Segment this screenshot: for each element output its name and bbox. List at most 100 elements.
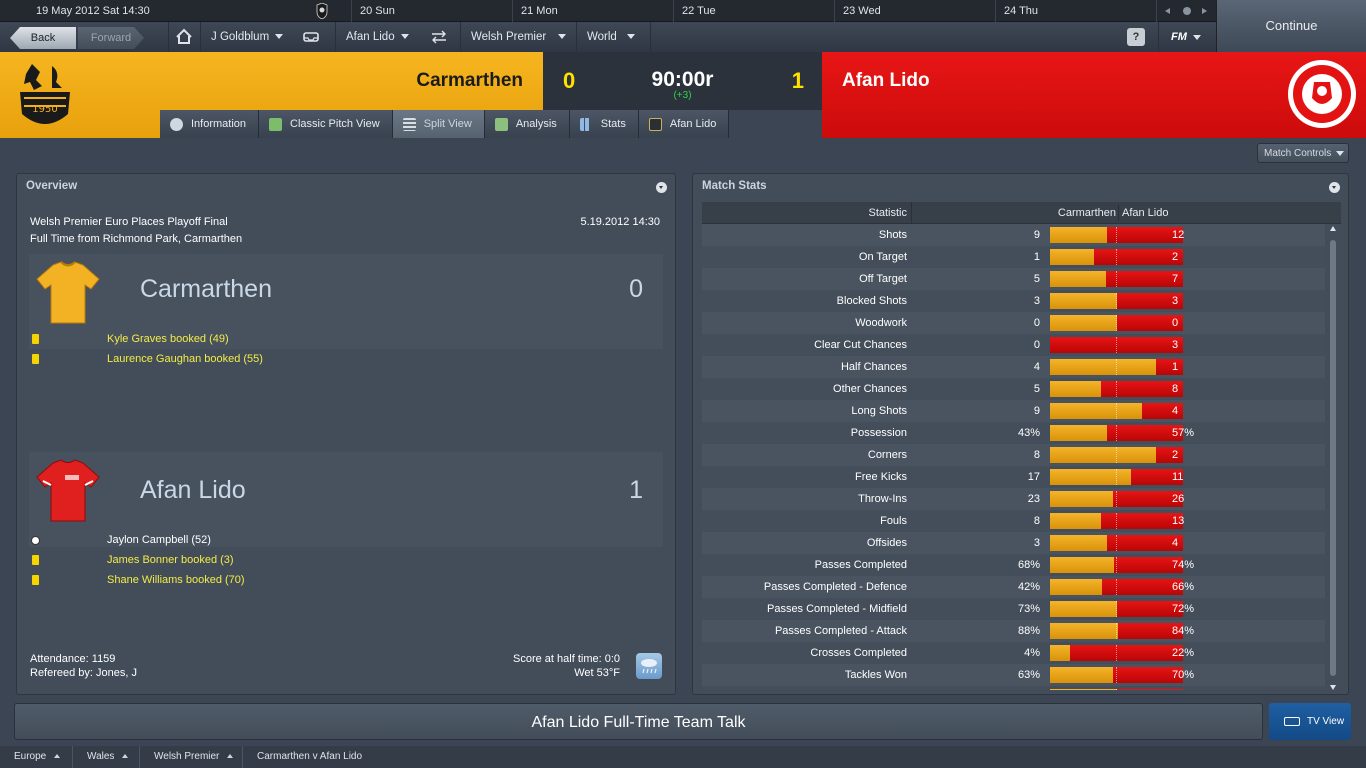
help-button[interactable]: ? <box>1127 28 1145 46</box>
venue-line: Full Time from Richmond Park, Carmarthen <box>30 233 243 245</box>
tab-stats[interactable]: Stats <box>569 110 639 138</box>
stats-scrollbar[interactable] <box>1329 226 1338 690</box>
forward-button[interactable]: Forward <box>78 27 144 49</box>
stat-row: Clear Cut Chances 0 3 <box>702 334 1325 356</box>
stat-comparison-bar <box>1050 491 1183 507</box>
prev-day-icon[interactable] <box>1165 8 1170 14</box>
tab-label: Analysis <box>515 118 557 130</box>
breadcrumb-item[interactable]: Wales <box>72 746 129 768</box>
scroll-thumb[interactable] <box>1330 240 1336 676</box>
calendar-day[interactable]: 22 Tue <box>673 0 834 22</box>
calendar-nav <box>1156 0 1216 22</box>
match-screen: 19 May 2012 Sat 14:30 20 Sun 21 Mon 22 T… <box>0 0 1366 768</box>
stat-away-value: 7 <box>1172 273 1179 285</box>
event-item[interactable]: Shane Williams booked (70) <box>107 574 245 586</box>
tab-label: Split View <box>423 118 472 130</box>
column-header-statistic[interactable]: Statistic <box>868 202 907 224</box>
stat-comparison-bar <box>1050 227 1183 243</box>
tab-afan-lido[interactable]: Afan Lido <box>638 110 730 138</box>
club-icon <box>648 117 662 131</box>
tv-view-button[interactable]: TV View <box>1269 703 1351 740</box>
yellow-card-icon <box>32 334 39 344</box>
current-date: 19 May 2012 Sat 14:30 <box>36 5 150 17</box>
world-menu[interactable]: World <box>576 22 651 52</box>
event-item[interactable]: Laurence Gaughan booked (55) <box>107 353 263 365</box>
event-item[interactable]: Kyle Graves booked (49) <box>107 333 229 345</box>
stat-home-fill <box>1050 557 1114 573</box>
match-controls-button[interactable]: Match Controls <box>1257 143 1349 163</box>
stat-home-value: 3 <box>1033 295 1040 307</box>
stat-label: Fouls <box>880 515 907 527</box>
stat-row: Corners 8 2 <box>702 444 1325 466</box>
tab-split-view[interactable]: Split View <box>392 110 485 138</box>
tab-analysis[interactable]: Analysis <box>484 110 570 138</box>
stat-away-value: 26 <box>1172 493 1185 505</box>
manager-menu[interactable]: J Goldblum <box>200 22 295 52</box>
stat-label: Corners <box>867 449 907 461</box>
away-team-score: 1 <box>629 476 643 504</box>
chevron-down-icon <box>1336 150 1345 156</box>
panel-title: Overview <box>26 180 78 192</box>
stat-label: Clear Cut Chances <box>814 339 907 351</box>
stat-away-value: 8 <box>1172 383 1179 395</box>
calendar-day[interactable]: 21 Mon <box>512 0 673 22</box>
chevron-down-icon <box>1192 34 1201 40</box>
today-dot-icon[interactable] <box>1183 7 1191 15</box>
away-team-banner: Afan Lido <box>822 52 1366 138</box>
stat-label: Tackles Won <box>844 669 907 681</box>
calendar-day[interactable]: 23 Wed <box>834 0 995 22</box>
stat-home-value: 0 <box>1033 317 1040 329</box>
tab-information[interactable]: Information <box>160 110 260 138</box>
stat-home-value: 23 <box>1027 493 1040 505</box>
yellow-card-icon <box>32 575 39 585</box>
home-team-score: 0 <box>629 275 643 303</box>
stat-comparison-bar <box>1050 337 1183 353</box>
calendar-bar: 19 May 2012 Sat 14:30 20 Sun 21 Mon 22 T… <box>0 0 1216 22</box>
panel-menu-icon[interactable] <box>656 182 667 193</box>
stat-row: Other Chances 5 8 <box>702 378 1325 400</box>
stat-home-value: 8 <box>1033 515 1040 527</box>
scroll-up-icon[interactable] <box>1330 226 1336 231</box>
tab-label: Information <box>191 118 247 130</box>
calendar-day[interactable]: 20 Sun <box>351 0 512 22</box>
afan-lido-crest-icon <box>1286 58 1358 133</box>
stat-row: Tackles Won 63% 70% <box>702 664 1325 686</box>
breadcrumb-item[interactable]: Carmarthen v Afan Lido <box>242 746 362 768</box>
stat-row: Possession 43% 57% <box>702 422 1325 444</box>
tab-classic-pitch-view[interactable]: Classic Pitch View <box>259 110 393 138</box>
svg-text:1950: 1950 <box>32 104 57 115</box>
stat-home-value: 68% <box>1017 559 1040 571</box>
stat-home-value: 1 <box>1033 251 1040 263</box>
league-menu[interactable]: Welsh Premier <box>460 22 575 52</box>
panel-menu-icon[interactable] <box>1329 182 1340 193</box>
team-talk-button[interactable]: Afan Lido Full-Time Team Talk <box>14 703 1263 740</box>
event-item[interactable]: Jaylon Campbell (52) <box>107 534 211 546</box>
club-menu[interactable]: Afan Lido <box>335 22 423 52</box>
breadcrumb-item[interactable]: Welsh Premier <box>139 746 234 768</box>
column-header-home[interactable]: Carmarthen <box>1058 202 1116 224</box>
stat-comparison-bar <box>1050 645 1183 661</box>
stat-home-value: 0 <box>1033 339 1040 351</box>
next-day-icon[interactable] <box>1202 8 1207 14</box>
yellow-card-icon <box>32 354 39 364</box>
fm-menu-button[interactable]: FM <box>1158 22 1216 52</box>
stat-row: Off Target 5 7 <box>702 268 1325 290</box>
stat-label: Half Chances <box>840 361 907 373</box>
stat-away-value: 3 <box>1172 295 1179 307</box>
stat-bar-midline <box>1116 535 1117 551</box>
stat-label: Passes Completed <box>814 559 907 571</box>
inbox-icon[interactable] <box>297 22 325 52</box>
back-button[interactable]: Back <box>10 27 76 49</box>
column-header-away[interactable]: Afan Lido <box>1122 202 1168 224</box>
stat-bar-midline <box>1116 689 1117 690</box>
continue-button[interactable]: Continue <box>1216 0 1366 52</box>
calendar-day[interactable]: 24 Thu <box>995 0 1156 22</box>
stat-home-fill <box>1050 227 1107 243</box>
home-icon[interactable] <box>168 22 198 52</box>
scroll-down-icon[interactable] <box>1330 685 1336 690</box>
stat-home-value: 88% <box>1017 625 1040 637</box>
pitch-icon <box>269 117 283 131</box>
swap-icon[interactable] <box>423 22 455 52</box>
event-item[interactable]: James Bonner booked (3) <box>107 554 234 566</box>
breadcrumb-item[interactable]: Europe <box>0 746 61 768</box>
